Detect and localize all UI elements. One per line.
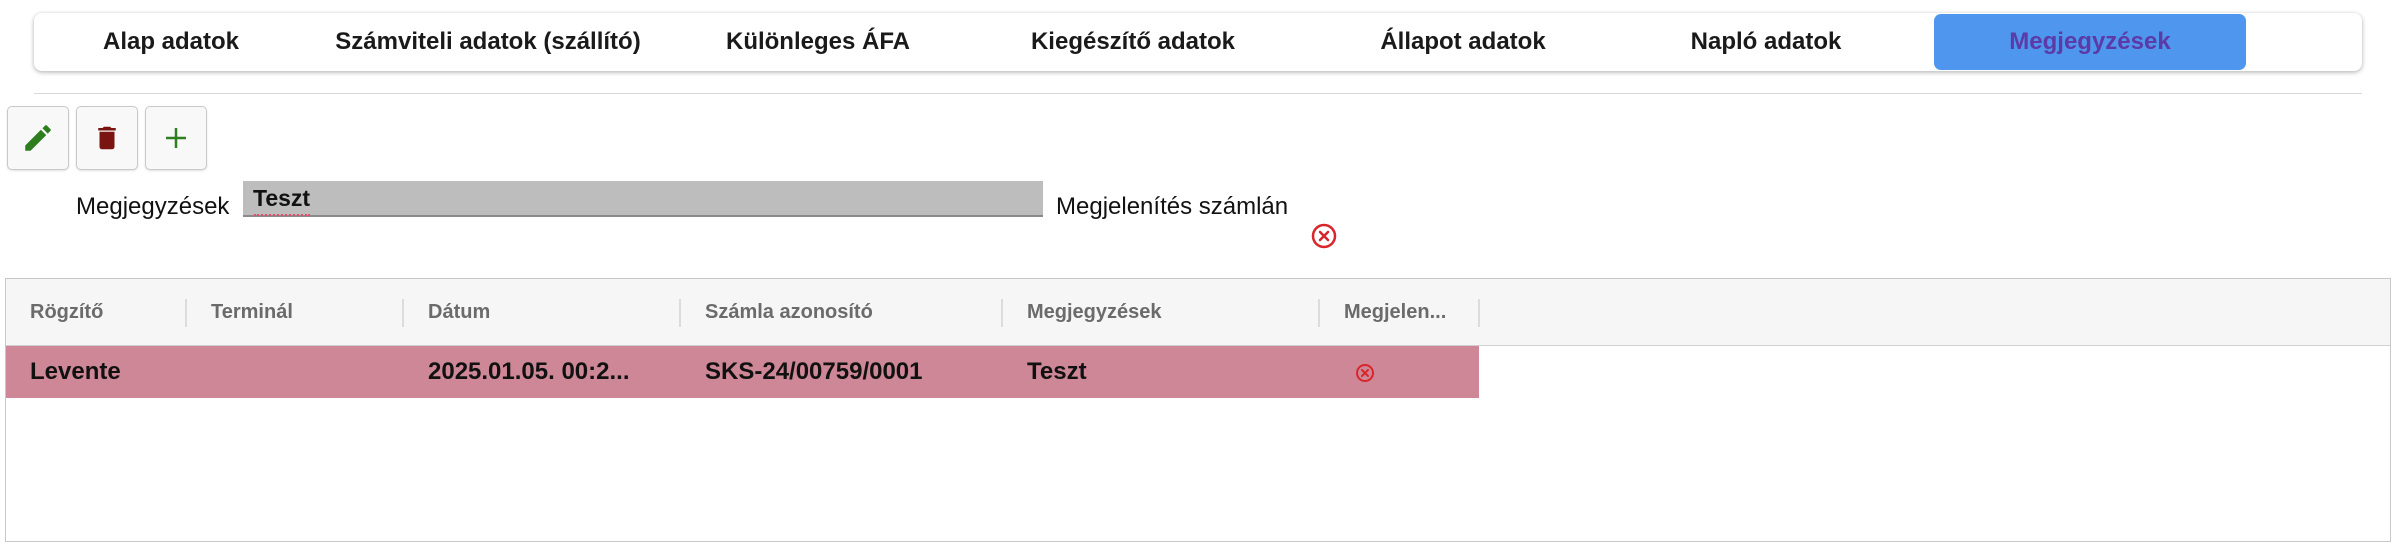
tab-megjegyzesek[interactable]: Megjegyzések xyxy=(1934,14,2246,70)
cell-terminal xyxy=(187,346,404,398)
tab-bar: Alap adatok Számviteli adatok (szállító)… xyxy=(34,13,2362,71)
table-row[interactable]: Levente 2025.01.05. 00:2... SKS-24/00759… xyxy=(6,346,1479,398)
notes-table: Rögzítő Terminál Dátum Számla azonosító … xyxy=(5,278,2391,542)
pencil-icon xyxy=(25,125,51,151)
delete-button[interactable] xyxy=(76,106,138,170)
column-divider[interactable] xyxy=(1478,299,1480,327)
notes-input[interactable] xyxy=(243,181,1043,217)
column-header-invoice-id[interactable]: Számla azonosító xyxy=(681,279,1001,345)
tab-alap-adatok[interactable]: Alap adatok xyxy=(34,13,308,71)
column-header-terminal[interactable]: Terminál xyxy=(187,279,402,345)
divider xyxy=(34,93,2362,94)
edit-button[interactable] xyxy=(7,106,69,170)
x-circle-icon xyxy=(1356,364,1374,382)
column-header-date[interactable]: Dátum xyxy=(404,279,679,345)
table-header: Rögzítő Terminál Dátum Számla azonosító … xyxy=(6,279,2390,346)
x-circle-icon[interactable] xyxy=(1311,223,1337,249)
tab-naplo-adatok[interactable]: Napló adatok xyxy=(1628,13,1904,71)
add-button[interactable] xyxy=(145,106,207,170)
column-header-notes[interactable]: Megjegyzések xyxy=(1003,279,1318,345)
cell-notes: Teszt xyxy=(1027,358,1087,385)
trash-icon xyxy=(98,126,116,150)
tab-szamviteli-adatok[interactable]: Számviteli adatok (szállító) xyxy=(308,13,668,71)
tab-kiegeszito-adatok[interactable]: Kiegészítő adatok xyxy=(968,13,1298,71)
plus-icon xyxy=(166,128,186,148)
tab-allapot-adatok[interactable]: Állapot adatok xyxy=(1298,13,1628,71)
notes-label: Megjegyzések xyxy=(76,193,230,220)
display-on-invoice-label: Megjelenítés számlán xyxy=(1056,193,1289,220)
spellcheck-underline xyxy=(254,211,310,216)
tab-kulonleges-afa[interactable]: Különleges ÁFA xyxy=(668,13,968,71)
cell-recorder: Levente xyxy=(30,358,121,385)
column-header-display[interactable]: Megjelen... xyxy=(1320,279,1478,345)
cell-invoice-id: SKS-24/00759/0001 xyxy=(705,358,923,385)
cell-date: 2025.01.05. 00:2... xyxy=(428,358,630,385)
column-header-recorder[interactable]: Rögzítő xyxy=(6,279,186,345)
